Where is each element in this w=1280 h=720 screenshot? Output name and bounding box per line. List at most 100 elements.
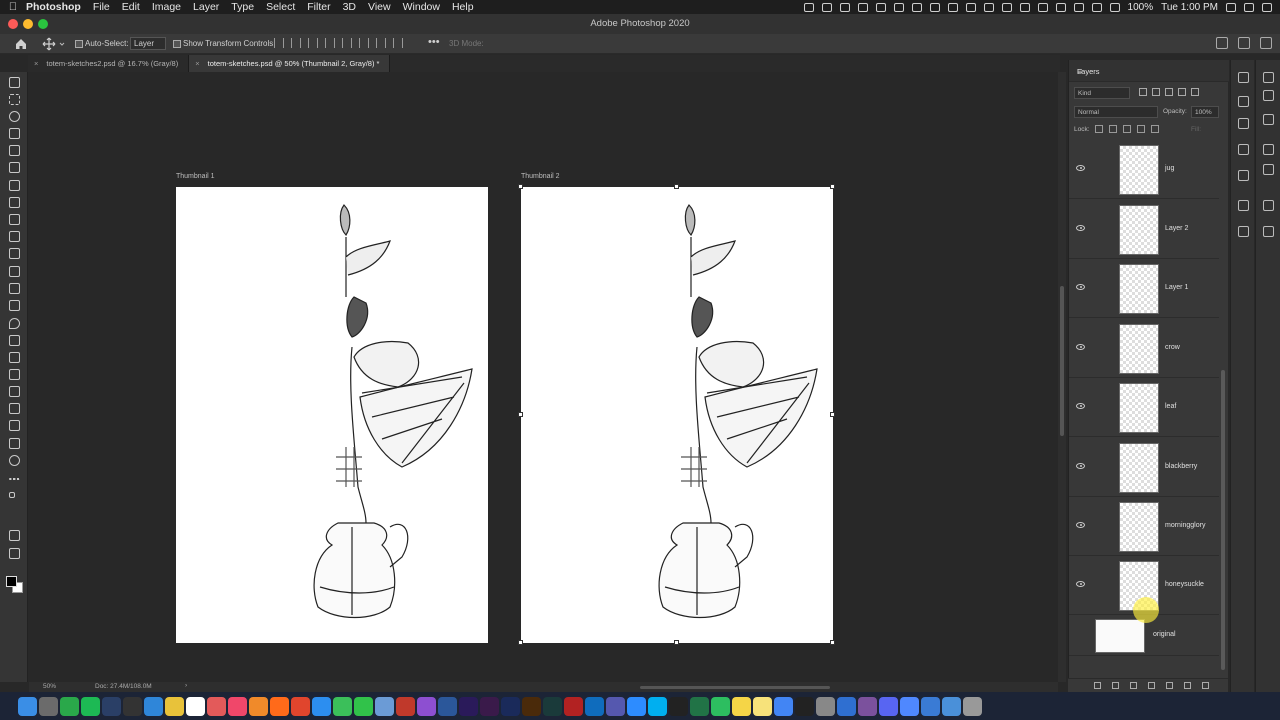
artboard-label-2[interactable]: Thumbnail 2 <box>521 173 560 180</box>
status-menu-arrow-icon[interactable]: › <box>185 682 187 689</box>
type-filter-icon[interactable] <box>1165 88 1173 96</box>
layer-name[interactable]: Layer 2 <box>1165 225 1188 232</box>
lock-artboard-icon[interactable] <box>1137 125 1145 133</box>
chrome2-icon[interactable] <box>291 696 310 716</box>
visibility-eye-icon[interactable] <box>1076 225 1085 232</box>
layer-style-icon[interactable] <box>1112 682 1119 689</box>
brush-settings-icon[interactable] <box>1238 144 1249 155</box>
downloads-icon[interactable] <box>942 696 961 716</box>
menu-edit[interactable]: Edit <box>122 1 140 13</box>
stamp-tool-icon[interactable] <box>9 248 20 259</box>
messages-icon[interactable] <box>354 696 373 716</box>
shape-filter-icon[interactable] <box>1178 88 1186 96</box>
transform-handle[interactable] <box>674 640 679 645</box>
search-icon[interactable] <box>1216 37 1228 49</box>
firefox-icon[interactable] <box>270 696 289 716</box>
zoom-tool-icon[interactable] <box>9 455 20 466</box>
opacity-input[interactable]: 100% <box>1191 106 1219 118</box>
volume-icon[interactable] <box>1073 2 1084 12</box>
lock-transparency-icon[interactable] <box>1095 125 1103 133</box>
transform-handle[interactable] <box>518 184 523 189</box>
transform-handle[interactable] <box>830 184 835 189</box>
status-app-icon[interactable] <box>911 2 922 12</box>
info-panel-icon[interactable] <box>1238 118 1249 129</box>
align-right-icon[interactable] <box>308 38 318 48</box>
status-app-icon[interactable] <box>857 2 868 12</box>
lock-all-icon[interactable] <box>1151 125 1159 133</box>
viber-icon[interactable] <box>858 696 877 716</box>
adjustments-panel-icon[interactable] <box>1238 96 1249 107</box>
status-app-icon[interactable] <box>1037 2 1048 12</box>
layer-row[interactable]: leaf <box>1069 378 1219 437</box>
artboard-label-1[interactable]: Thumbnail 1 <box>176 173 215 180</box>
filezilla-icon[interactable] <box>564 696 583 716</box>
default-colors-icon[interactable] <box>9 492 20 503</box>
davinci-icon[interactable] <box>795 696 814 716</box>
pixel-filter-icon[interactable] <box>1139 88 1147 96</box>
status-app-icon[interactable] <box>803 2 814 12</box>
auto-select-toggle[interactable]: Auto-Select: <box>75 39 129 48</box>
stickies-icon[interactable] <box>753 696 772 716</box>
paths-panel-icon[interactable] <box>1263 200 1274 211</box>
filter-kind-dropdown[interactable]: Kind <box>1074 87 1130 99</box>
canvas-area[interactable]: Thumbnail 1 Thumbnail 2 <box>29 72 1058 682</box>
discord-icon[interactable] <box>879 696 898 716</box>
books-icon[interactable] <box>249 696 268 716</box>
distribute-icon[interactable] <box>393 38 403 48</box>
visibility-eye-icon[interactable] <box>1076 463 1085 470</box>
zoom-icon[interactable] <box>627 696 646 716</box>
align-middle-icon[interactable] <box>342 38 352 48</box>
user-icon[interactable] <box>1244 2 1254 12</box>
menu-file[interactable]: File <box>93 1 110 13</box>
channels-panel-icon[interactable] <box>1263 164 1274 175</box>
menu-layer[interactable]: Layer <box>193 1 219 13</box>
layer-row[interactable]: morningglory <box>1069 497 1219 556</box>
move-tool-preset-icon[interactable] <box>42 37 66 51</box>
menu-filter[interactable]: Filter <box>307 1 330 13</box>
dreamweaver-icon[interactable] <box>480 696 499 716</box>
transform-handle[interactable] <box>518 640 523 645</box>
menu-image[interactable]: Image <box>152 1 181 13</box>
status-app-icon[interactable] <box>1001 2 1012 12</box>
status-app-icon[interactable] <box>983 2 994 12</box>
migration-icon[interactable] <box>816 696 835 716</box>
transform-controls-toggle[interactable]: Show Transform Controls <box>173 39 273 48</box>
blur-tool-icon[interactable] <box>9 318 20 329</box>
menu-window[interactable]: Window <box>403 1 440 13</box>
skype-icon[interactable] <box>648 696 667 716</box>
status-app-icon[interactable] <box>947 2 958 12</box>
canvas-vertical-scrollbar[interactable] <box>1058 72 1066 682</box>
photos-icon[interactable] <box>207 696 226 716</box>
color-panel-icon[interactable] <box>1263 72 1274 83</box>
spotify-icon[interactable] <box>81 696 100 716</box>
status-app-icon[interactable] <box>1019 2 1030 12</box>
layer-row[interactable]: Layer 1 <box>1069 259 1219 318</box>
add-mask-icon[interactable] <box>1130 682 1137 689</box>
crop-tool-icon[interactable] <box>9 145 20 156</box>
type-tool-icon[interactable] <box>9 369 20 380</box>
evernote-icon[interactable] <box>711 696 730 716</box>
layers-panel-icon[interactable] <box>1263 226 1274 237</box>
layer-name[interactable]: honeysuckle <box>1165 581 1204 588</box>
hand-tool-icon[interactable] <box>9 438 20 449</box>
visibility-eye-icon[interactable] <box>1076 284 1085 291</box>
new-layer-icon[interactable] <box>1184 682 1191 689</box>
auto-select-dropdown[interactable]: Layer <box>130 37 166 50</box>
safari-icon[interactable] <box>144 696 163 716</box>
status-app-icon[interactable] <box>929 2 940 12</box>
mail-icon[interactable] <box>312 696 331 716</box>
spotlight-search-icon[interactable] <box>1226 2 1236 12</box>
menu-select[interactable]: Select <box>266 1 295 13</box>
layer-name[interactable]: crow <box>1165 344 1180 351</box>
docs-icon[interactable] <box>900 696 919 716</box>
chrome3-icon[interactable] <box>774 696 793 716</box>
scrollbar-thumb[interactable] <box>1060 286 1064 436</box>
quick-selection-tool-icon[interactable] <box>9 128 20 139</box>
audition-icon[interactable] <box>543 696 562 716</box>
layer-row[interactable]: crow <box>1069 319 1219 378</box>
align-bottom-icon[interactable] <box>359 38 369 48</box>
share-icon[interactable] <box>1260 37 1272 49</box>
align-left-icon[interactable] <box>274 38 284 48</box>
workspace-icon[interactable] <box>1238 37 1250 49</box>
notification-center-icon[interactable] <box>1262 2 1272 12</box>
